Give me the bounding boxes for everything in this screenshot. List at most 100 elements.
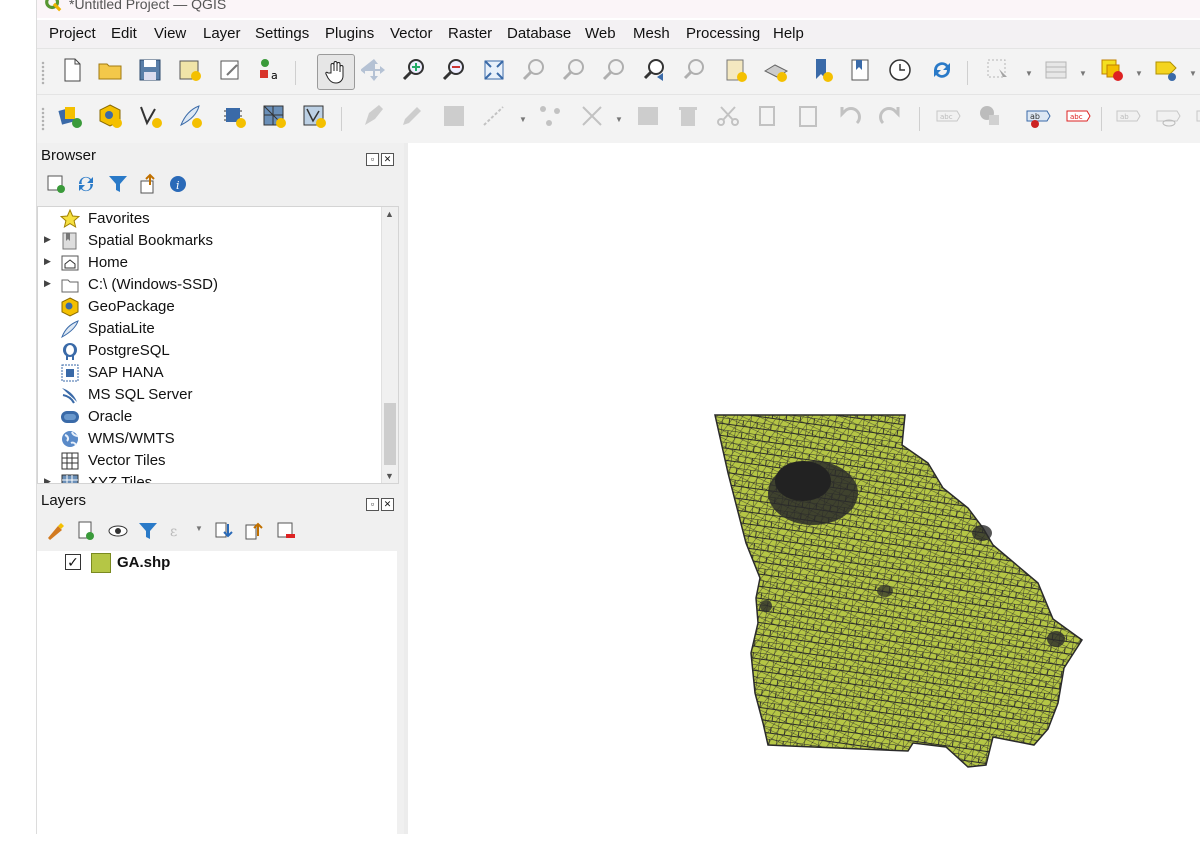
zoom-full-button[interactable] xyxy=(479,55,509,85)
data-source-manager-button[interactable] xyxy=(55,101,85,131)
copy-features-button[interactable] xyxy=(753,101,783,131)
zoom-last-button[interactable] xyxy=(641,55,671,85)
layer-item-ga-shp[interactable]: ✓ GA.shp xyxy=(37,553,377,575)
info-icon[interactable]: i xyxy=(167,173,189,195)
dropdown-arrow-icon[interactable]: ▼ xyxy=(1025,69,1033,78)
open-project-button[interactable] xyxy=(95,55,125,85)
menu-database[interactable]: Database xyxy=(507,25,571,42)
filter-expression-icon[interactable]: ε xyxy=(167,520,189,542)
zoom-out-button[interactable] xyxy=(439,55,469,85)
eye-icon[interactable] xyxy=(107,520,129,542)
menu-layer[interactable]: Layer xyxy=(203,25,241,42)
new-3d-map-view-button[interactable] xyxy=(761,55,791,85)
deselect-features-button[interactable] xyxy=(1097,55,1127,85)
new-spatialite-layer-button[interactable] xyxy=(175,101,205,131)
dropdown-arrow-icon[interactable]: ▼ xyxy=(519,115,527,124)
new-map-view-button[interactable] xyxy=(721,55,751,85)
modify-attributes-button[interactable] xyxy=(577,101,607,131)
add-selected-layers-icon[interactable] xyxy=(45,173,67,195)
dropdown-arrow-icon[interactable]: ▼ xyxy=(1135,69,1143,78)
menu-processing[interactable]: Processing xyxy=(686,25,760,42)
temporal-controller-button[interactable] xyxy=(885,55,915,85)
add-feature-button[interactable] xyxy=(479,101,509,131)
new-print-layout-button[interactable] xyxy=(175,55,205,85)
scroll-up-icon[interactable]: ▲ xyxy=(385,209,394,219)
new-virtual-layer-button[interactable] xyxy=(219,101,249,131)
style-panel-icon[interactable] xyxy=(45,520,67,542)
redo-button[interactable] xyxy=(875,101,905,131)
expand-arrow-icon[interactable]: ▶ xyxy=(44,278,51,289)
new-shapefile-layer-button[interactable] xyxy=(135,101,165,131)
new-geopackage-layer-button[interactable] xyxy=(95,101,125,131)
pan-to-selection-button[interactable] xyxy=(359,55,389,85)
remove-layer-icon[interactable] xyxy=(275,520,297,542)
style-manager-button[interactable]: a xyxy=(255,55,285,85)
collapse-all-icon[interactable] xyxy=(137,173,159,195)
layer-labeling-options-button[interactable]: abc xyxy=(933,101,963,131)
new-spatial-bookmark-button[interactable] xyxy=(807,55,837,85)
identify-features-button[interactable] xyxy=(1151,55,1181,85)
current-edits-button[interactable] xyxy=(359,101,389,131)
filter-legend-icon[interactable] xyxy=(137,520,159,542)
menu-web[interactable]: Web xyxy=(585,25,616,42)
new-mesh-layer-button[interactable] xyxy=(259,101,289,131)
menu-vector[interactable]: Vector xyxy=(390,25,433,42)
menu-plugins[interactable]: Plugins xyxy=(325,25,374,42)
cut-features-button[interactable] xyxy=(713,101,743,131)
browser-scrollbar[interactable]: ▲ ▼ xyxy=(381,207,398,483)
save-project-button[interactable] xyxy=(135,55,165,85)
expand-arrow-icon[interactable]: ▶ xyxy=(44,476,51,483)
layer-symbol-swatch[interactable] xyxy=(91,553,111,573)
toolbar-grip[interactable] xyxy=(41,61,45,85)
show-hide-labels-button[interactable] xyxy=(1153,101,1183,131)
undo-button[interactable] xyxy=(835,101,865,131)
zoom-to-selection-button[interactable] xyxy=(519,55,549,85)
menu-edit[interactable]: Edit xyxy=(111,25,137,42)
zoom-native-button[interactable] xyxy=(599,55,629,85)
menu-raster[interactable]: Raster xyxy=(448,25,492,42)
layer-diagram-options-button[interactable] xyxy=(975,101,1005,131)
dropdown-arrow-icon[interactable]: ▼ xyxy=(195,524,203,533)
highlight-pinned-labels-button[interactable]: ab xyxy=(1023,101,1053,131)
refresh-icon[interactable] xyxy=(75,173,97,195)
zoom-to-layer-button[interactable] xyxy=(559,55,589,85)
paste-features-button[interactable] xyxy=(793,101,823,131)
refresh-button[interactable] xyxy=(927,55,957,85)
show-unplaced-labels-button[interactable]: abc xyxy=(1063,101,1093,131)
layer-visibility-checkbox[interactable]: ✓ xyxy=(65,554,81,570)
scrollbar-thumb[interactable] xyxy=(384,403,396,465)
scroll-down-icon[interactable]: ▼ xyxy=(385,471,394,481)
menu-settings[interactable]: Settings xyxy=(255,25,309,42)
toolbar-grip[interactable] xyxy=(41,107,45,131)
close-panel-icon[interactable]: ✕ xyxy=(381,498,394,511)
expand-arrow-icon[interactable]: ▶ xyxy=(44,256,51,267)
pan-map-button[interactable] xyxy=(317,54,355,90)
dropdown-arrow-icon[interactable]: ▼ xyxy=(1189,69,1197,78)
edit-attributes-button[interactable] xyxy=(633,101,663,131)
menu-project[interactable]: Project xyxy=(49,25,96,42)
add-group-icon[interactable] xyxy=(75,520,97,542)
select-by-value-button[interactable] xyxy=(1041,55,1071,85)
layout-manager-button[interactable] xyxy=(215,55,245,85)
new-project-button[interactable] xyxy=(57,55,87,85)
expand-all-icon[interactable] xyxy=(213,520,235,542)
menu-help[interactable]: Help xyxy=(773,25,804,42)
save-layer-edits-button[interactable] xyxy=(439,101,469,131)
dropdown-arrow-icon[interactable]: ▼ xyxy=(615,115,623,124)
map-canvas[interactable] xyxy=(408,143,1200,834)
new-temporary-layer-button[interactable] xyxy=(299,101,329,131)
vertex-tool-button[interactable] xyxy=(535,101,565,131)
dropdown-arrow-icon[interactable]: ▼ xyxy=(1079,69,1087,78)
expand-arrow-icon[interactable]: ▶ xyxy=(44,234,51,245)
menu-view[interactable]: View xyxy=(154,25,186,42)
toggle-editing-button[interactable] xyxy=(397,101,427,131)
select-features-button[interactable] xyxy=(983,55,1013,85)
float-panel-icon[interactable]: ▫ xyxy=(366,498,379,511)
delete-selected-button[interactable] xyxy=(673,101,703,131)
filter-icon[interactable] xyxy=(107,173,129,195)
close-panel-icon[interactable]: ✕ xyxy=(381,153,394,166)
move-label-button[interactable] xyxy=(1193,101,1200,131)
collapse-all-icon[interactable] xyxy=(243,520,265,542)
zoom-in-button[interactable] xyxy=(399,55,429,85)
menu-mesh[interactable]: Mesh xyxy=(633,25,670,42)
